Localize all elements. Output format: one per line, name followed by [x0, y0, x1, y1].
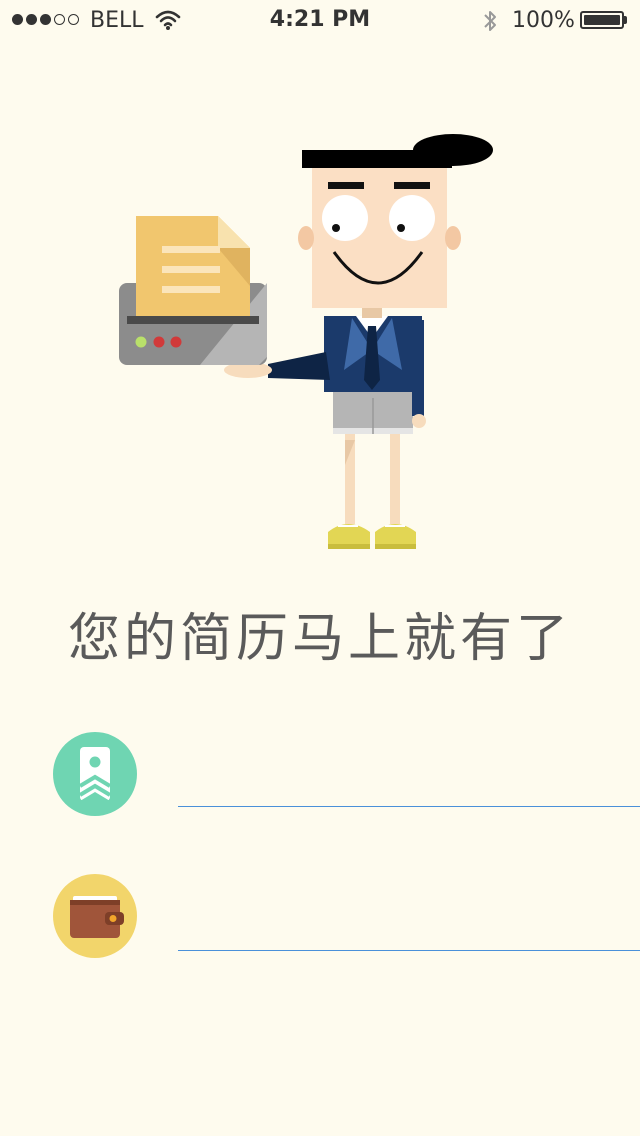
wallet-option-row[interactable]	[0, 874, 640, 964]
resume-option-row[interactable]	[0, 732, 640, 822]
resume-input-field[interactable]	[178, 766, 640, 807]
resume-badge-icon[interactable]	[53, 732, 137, 816]
wallet-input-field[interactable]	[178, 910, 640, 951]
resume-printer-illustration	[119, 134, 493, 549]
page-headline: 您的简历马上就有了	[67, 609, 572, 669]
wallet-icon[interactable]	[53, 874, 137, 958]
